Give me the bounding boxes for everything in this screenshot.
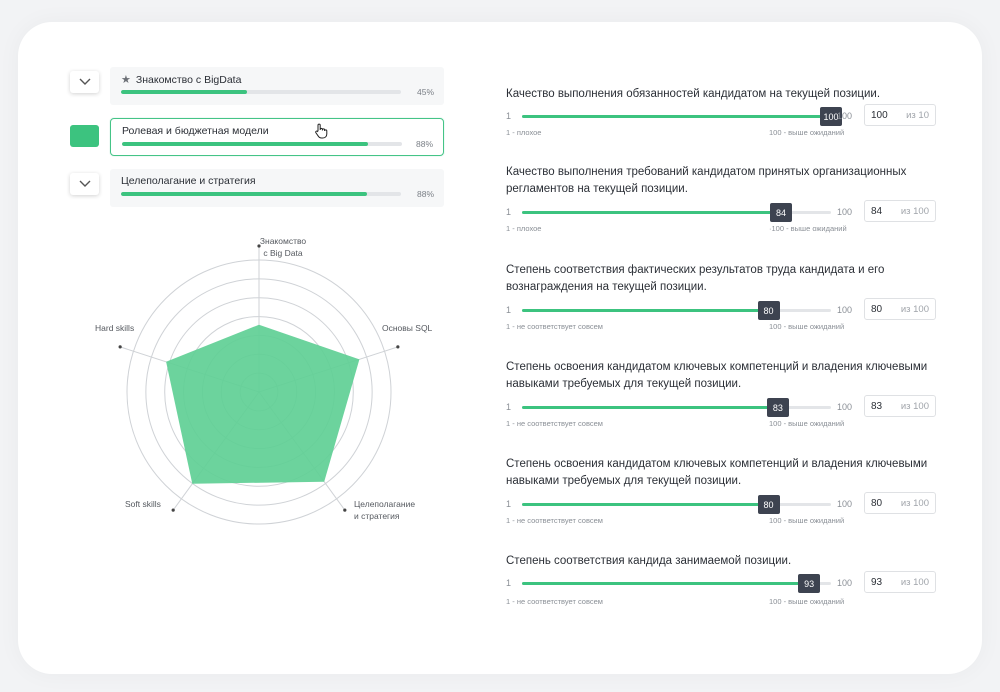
- course-percent: 88%: [415, 139, 433, 149]
- course-title: Знакомство с BigData: [135, 73, 242, 86]
- question-title: Степень соответствия фактических результ…: [506, 264, 885, 293]
- question-title: Степень соответствия кандида занимаемой …: [506, 555, 792, 567]
- course-item-role-budget[interactable]: Ролевая и бюджетная модели 88%: [70, 118, 444, 157]
- slider-hint-right: 100 - выше ожиданий: [769, 516, 845, 525]
- expand-button[interactable]: [70, 71, 99, 93]
- slider-track[interactable]: 93: [522, 574, 831, 593]
- question-title: Качество выполнения требований кандидато…: [506, 166, 907, 195]
- course-progress: [121, 192, 401, 196]
- course-panel[interactable]: Целеполагание и стратегия 88%: [110, 169, 444, 207]
- slider-fill: [522, 115, 831, 118]
- slider-hint-right: ·100 - выше ожиданий: [769, 224, 847, 233]
- course-title: Целеполагание и стратегия: [121, 175, 256, 187]
- slider-min-label: 1: [506, 207, 512, 217]
- slider-track[interactable]: 100: [522, 107, 842, 126]
- score-value[interactable]: 80: [871, 304, 882, 315]
- score-input[interactable]: 83 из 100: [864, 395, 936, 417]
- score-input[interactable]: 93 из 100: [864, 571, 936, 593]
- rating-slider[interactable]: 1 100 100 100 из 10: [506, 104, 946, 128]
- chevron-down-icon: [79, 78, 90, 85]
- chevron-down-icon: [79, 180, 90, 187]
- course-item-strategy[interactable]: Целеполагание и стратегия 88%: [70, 169, 444, 207]
- course-progress: [121, 90, 401, 94]
- score-suffix: из 100: [900, 303, 929, 315]
- slider-max-label: 100: [837, 499, 853, 509]
- rating-question: Степень соответствия кандида занимаемой …: [506, 553, 946, 606]
- slider-track[interactable]: 84: [522, 203, 831, 222]
- slider-hint-left: 1 - не соответствует совсем: [506, 419, 603, 428]
- score-input[interactable]: 80 из 100: [864, 298, 936, 320]
- slider-fill: [522, 406, 778, 409]
- rating-slider[interactable]: 1 93 100 93 из 100: [506, 571, 946, 595]
- course-percent: 88%: [416, 189, 434, 199]
- slider-hint-left: 1 - не соответствует совсем: [506, 516, 603, 525]
- slider-thumb[interactable]: 93: [798, 574, 821, 593]
- score-suffix: из 100: [900, 400, 929, 412]
- slider-track[interactable]: 83: [522, 398, 831, 417]
- question-title: Качество выполнения обязанностей кандида…: [506, 88, 881, 100]
- slider-thumb[interactable]: 84: [770, 203, 793, 222]
- question-title: Степень освоения кандидатом ключевых ком…: [506, 361, 928, 390]
- course-progress: [122, 142, 402, 146]
- slider-hint-right: 100 - выше ожиданий: [769, 597, 845, 606]
- course-panel[interactable]: Ролевая и бюджетная модели 88%: [110, 118, 444, 156]
- rating-question: Качество выполнения требований кандидато…: [506, 164, 946, 233]
- slider-fill: [522, 211, 782, 214]
- slider-fill: [522, 503, 769, 506]
- slider-hint-left: 1 - не соответствует совсем: [506, 322, 603, 331]
- course-percent: 45%: [416, 87, 434, 97]
- expand-button[interactable]: [70, 173, 99, 195]
- slider-min-label: 1: [506, 499, 512, 509]
- slider-min-label: 1: [506, 578, 512, 588]
- star-icon: ★: [121, 74, 131, 86]
- score-input[interactable]: 100 из 10: [864, 104, 936, 126]
- slider-hint-right: 100 - выше ожиданий: [769, 128, 845, 137]
- slider-max-label: 100: [837, 305, 853, 315]
- score-suffix: из 100: [900, 497, 929, 509]
- slider-max-label: 100: [837, 402, 853, 412]
- slider-max-label: 100: [837, 578, 853, 588]
- slider-track[interactable]: 80: [522, 495, 831, 514]
- rating-slider[interactable]: 1 83 100 83 из 100: [506, 395, 946, 419]
- expand-button[interactable]: [70, 125, 99, 147]
- score-value[interactable]: 80: [871, 498, 882, 509]
- slider-max-label: 100: [837, 207, 853, 217]
- slider-min-label: 1: [506, 111, 512, 121]
- score-value[interactable]: 93: [871, 577, 882, 588]
- slider-hint-left: 1 - плохое: [506, 224, 542, 233]
- score-suffix: из 100: [900, 205, 929, 217]
- score-suffix: из 10: [906, 109, 929, 121]
- score-input[interactable]: 80 из 100: [864, 492, 936, 514]
- rating-question: Степень освоения кандидатом ключевых ком…: [506, 359, 946, 428]
- rating-question: Степень освоения кандидатом ключевых ком…: [506, 456, 946, 525]
- slider-thumb[interactable]: 83: [766, 398, 789, 417]
- slider-hint-right: 100 - выше ожиданий: [769, 419, 845, 428]
- slider-fill: [522, 309, 769, 312]
- rating-slider[interactable]: 1 80 100 80 из 100: [506, 298, 946, 322]
- slider-thumb[interactable]: 80: [757, 301, 780, 320]
- score-input[interactable]: 84 из 100: [864, 200, 936, 222]
- slider-hint-left: 1 - не соответствует совсем: [506, 597, 603, 606]
- slider-min-label: 1: [506, 402, 512, 412]
- rating-question: Степень соответствия фактических результ…: [506, 262, 946, 331]
- slider-min-label: 1: [506, 305, 512, 315]
- slider-track[interactable]: 80: [522, 301, 831, 320]
- score-value[interactable]: 84: [871, 206, 882, 217]
- course-title: Ролевая и бюджетная модели: [122, 125, 269, 137]
- slider-thumb[interactable]: 80: [757, 495, 780, 514]
- question-title: Степень освоения кандидатом ключевых ком…: [506, 458, 928, 487]
- rating-question: Качество выполнения обязанностей кандида…: [506, 86, 946, 137]
- score-value[interactable]: 83: [871, 401, 882, 412]
- hand-cursor-icon: [315, 123, 328, 139]
- slider-fill: [522, 582, 810, 585]
- score-suffix: из 100: [900, 576, 929, 588]
- score-value[interactable]: 100: [871, 110, 888, 121]
- course-item-bigdata[interactable]: ★ Знакомство с BigData 45%: [70, 67, 444, 105]
- slider-hint-left: 1 - плохое: [506, 128, 542, 137]
- rating-slider[interactable]: 1 80 100 80 из 100: [506, 492, 946, 516]
- course-panel[interactable]: ★ Знакомство с BigData 45%: [110, 67, 444, 105]
- slider-max-label: 100: [837, 111, 853, 121]
- slider-hint-right: 100 - выше ожиданий: [769, 322, 845, 331]
- rating-slider[interactable]: 1 84 100 84 из 100: [506, 200, 946, 224]
